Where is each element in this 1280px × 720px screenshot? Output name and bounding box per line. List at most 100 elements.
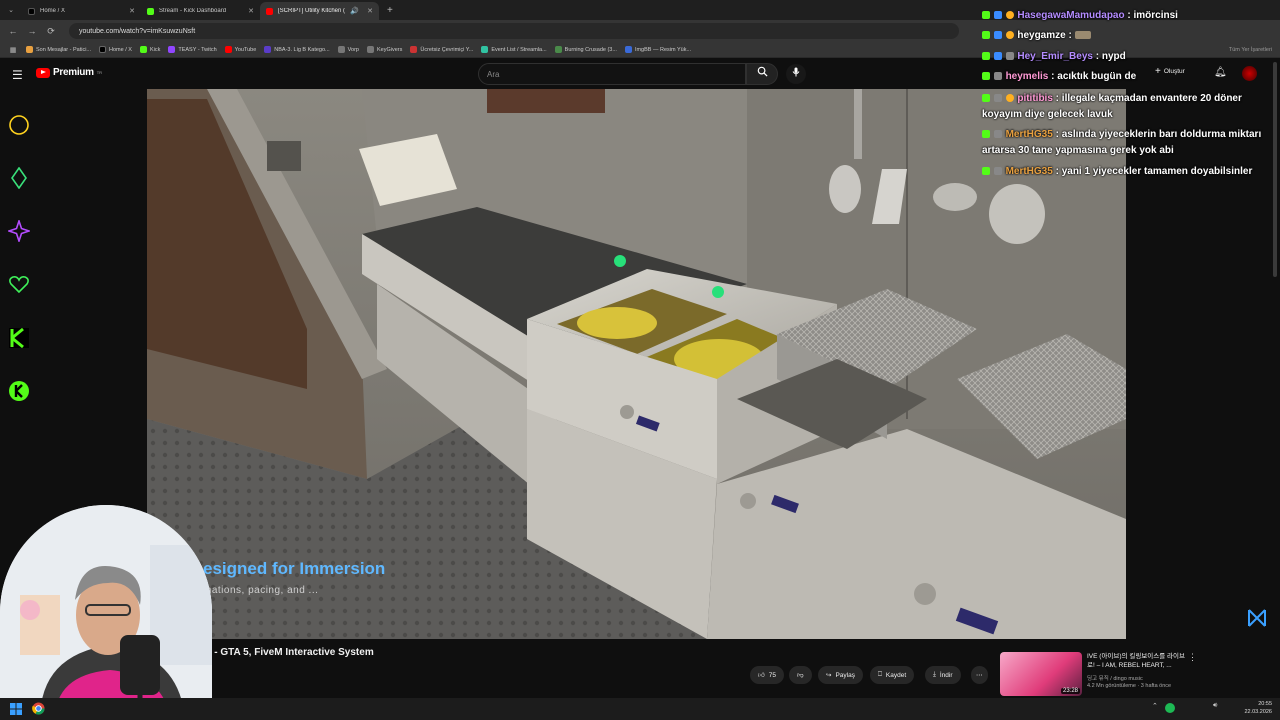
dislike-button[interactable]: 👎︎	[789, 666, 812, 684]
bookmark-label: Home / X	[109, 46, 132, 53]
close-tab-icon[interactable]: ✕	[367, 7, 373, 15]
bookmark-label: Vorp	[347, 46, 359, 53]
bookmark-icon	[410, 46, 418, 53]
more-actions-button[interactable]: ⋯	[971, 666, 988, 684]
bookmark-label: Kick	[149, 46, 161, 53]
bookmark[interactable]: Son Mesajlar - Patici...	[26, 46, 91, 53]
tray-chevron-icon[interactable]: ⌃	[1152, 702, 1158, 710]
search-icon	[757, 66, 768, 77]
bookmark[interactable]: KeyGivers	[366, 46, 403, 53]
browser-tab[interactable]: Stream - Kick Dashboard ✕	[141, 2, 260, 20]
youtube-logo[interactable]: Premium TR	[36, 67, 102, 78]
chrome-icon[interactable]	[32, 702, 45, 715]
kick-logo-icon	[9, 327, 29, 349]
tab-title: Home / X	[40, 8, 66, 14]
bookmark-label: Son Mesajlar - Patici...	[36, 46, 92, 53]
moderator-badge-icon	[993, 94, 1002, 103]
bookmark[interactable]: Kick	[139, 46, 161, 53]
apps-icon[interactable]: ▦	[8, 46, 18, 54]
menu-icon[interactable]: ☰	[12, 68, 23, 82]
close-tab-icon[interactable]: ✕	[129, 7, 135, 15]
gift-badge-icon	[1005, 94, 1014, 103]
bookmark[interactable]: Home / X	[99, 46, 132, 53]
video-player[interactable]: esigned for Immersion mations, pacing, a…	[147, 89, 1126, 639]
recommended-title[interactable]: IVE (아이브)의 킬링보이스를 라이브로! – I AM, REBEL HE…	[1087, 652, 1189, 670]
chat-message: MertHG35 : yani 1 yiyecekler tamamen doy…	[982, 164, 1280, 180]
close-tab-icon[interactable]: ✕	[248, 7, 254, 15]
tab-search-icon[interactable]: ⌄	[0, 6, 22, 14]
bookmark[interactable]: Event List / Streamla...	[481, 46, 547, 53]
share-button[interactable]: ↪ Paylaş	[818, 666, 863, 684]
chat-text: acıktık bugün de	[1057, 71, 1137, 82]
kick-logo-icon	[139, 46, 147, 53]
bookmark[interactable]: TEASY - Twitch	[168, 46, 217, 53]
like-count: 75	[768, 671, 777, 679]
windows-start-icon[interactable]	[10, 703, 22, 715]
bookmark[interactable]: ImgBB — Resim Yük...	[624, 46, 691, 53]
moderator-badge-icon	[993, 167, 1002, 176]
audio-icon[interactable]: 🔊	[350, 7, 359, 15]
bookmark-label: KeyGivers	[376, 46, 403, 53]
bookmark-icon	[554, 46, 562, 53]
subscriber-badge-icon	[993, 11, 1002, 20]
more-icon: ⋯	[976, 672, 983, 679]
video-caption-title: esigned for Immersion	[203, 559, 386, 578]
recommended-channel[interactable]: 딩고 뮤직 / dingo music	[1087, 674, 1143, 682]
moderator-badge-icon	[993, 130, 1002, 139]
search-input[interactable]: Ara	[478, 63, 746, 85]
browser-tab[interactable]: Home / X ✕	[22, 2, 141, 20]
chat-username: heygamze	[1017, 30, 1066, 41]
bookmark-icon	[624, 46, 632, 53]
recommended-video[interactable]: 23:28 IVE (아이브)의 킬링보이스를 라이브로! – I AM, RE…	[1000, 652, 1197, 696]
url-field[interactable]: youtube.com/watch?v=imKsuwzuNsft	[69, 23, 959, 39]
like-button[interactable]: 👍︎ 75	[750, 666, 785, 684]
windows-taskbar: ⌃ 🔊︎ 20:55 22.03.2026	[0, 698, 1280, 720]
mic-button[interactable]	[786, 64, 806, 84]
save-button[interactable]: ⎕ Kaydet	[870, 666, 915, 684]
emote-icon	[1074, 31, 1091, 40]
clock-time: 20:55	[1258, 701, 1272, 707]
heart-icon	[9, 276, 29, 294]
bookmark[interactable]: Ücretsiz Çevrimiçi Y...	[410, 46, 473, 53]
new-tab-button[interactable]: +	[387, 5, 393, 16]
share-icon: ↪	[826, 672, 832, 679]
bookmark-label: TEASY - Twitch	[178, 46, 217, 53]
browser-tab-active[interactable]: [SCRIPT] Utility Kitchen (Ke 🔊 ✕	[260, 2, 379, 20]
more-options-icon[interactable]: ⋮	[1188, 652, 1197, 663]
webcam-overlay	[0, 505, 212, 720]
kick-logo-icon	[147, 7, 154, 15]
microphone-icon	[792, 67, 800, 77]
subscriber-badge-icon	[993, 52, 1002, 61]
video-frame-kitchen	[147, 89, 1126, 639]
bookmark[interactable]: NBA-3. Lig B Katego...	[264, 46, 330, 53]
bookmark-icon: ⎕	[878, 671, 882, 678]
video-caption-subtitle: mations, pacing, and ...	[203, 585, 319, 596]
folder-icon	[337, 46, 345, 53]
search-button[interactable]	[746, 63, 778, 85]
bookmark-label: Ücretsiz Çevrimiçi Y...	[420, 46, 474, 53]
chat-message: heymelis : acıktık bugün de	[982, 69, 1280, 85]
logo-text: Premium	[53, 67, 94, 78]
volume-icon[interactable]: 🔊︎	[1213, 702, 1217, 710]
bookmark[interactable]: Vorp	[337, 46, 359, 53]
reload-icon[interactable]: ⟳	[46, 26, 56, 37]
bookmark[interactable]: YouTube	[224, 46, 256, 53]
logo-country: TR	[96, 70, 103, 75]
gift-badge-icon	[1005, 11, 1014, 20]
forward-icon[interactable]: →	[27, 26, 37, 36]
kick-badge-icon	[982, 167, 990, 176]
video-duration: 23:28	[1060, 688, 1080, 694]
moderator-badge-icon	[993, 72, 1002, 81]
kick-badge-icon	[982, 72, 990, 81]
spotify-icon[interactable]	[1165, 703, 1175, 713]
recommended-thumbnail[interactable]: 23:28	[1000, 652, 1082, 696]
chat-text: imörcinsi	[1133, 10, 1178, 21]
back-icon[interactable]: ←	[8, 26, 18, 36]
recommended-meta: 4.2 Mn görüntüleme · 3 hafta önce	[1087, 683, 1172, 689]
taskbar-clock[interactable]: 20:55 22.03.2026	[1244, 700, 1272, 716]
download-button[interactable]: ⤓ İndir	[925, 666, 961, 684]
subscriber-badge-icon	[993, 31, 1002, 40]
star-icon	[8, 220, 30, 242]
overlay-logo-icon	[1248, 609, 1266, 627]
bookmark[interactable]: Burning Crusade (3...	[554, 46, 617, 53]
